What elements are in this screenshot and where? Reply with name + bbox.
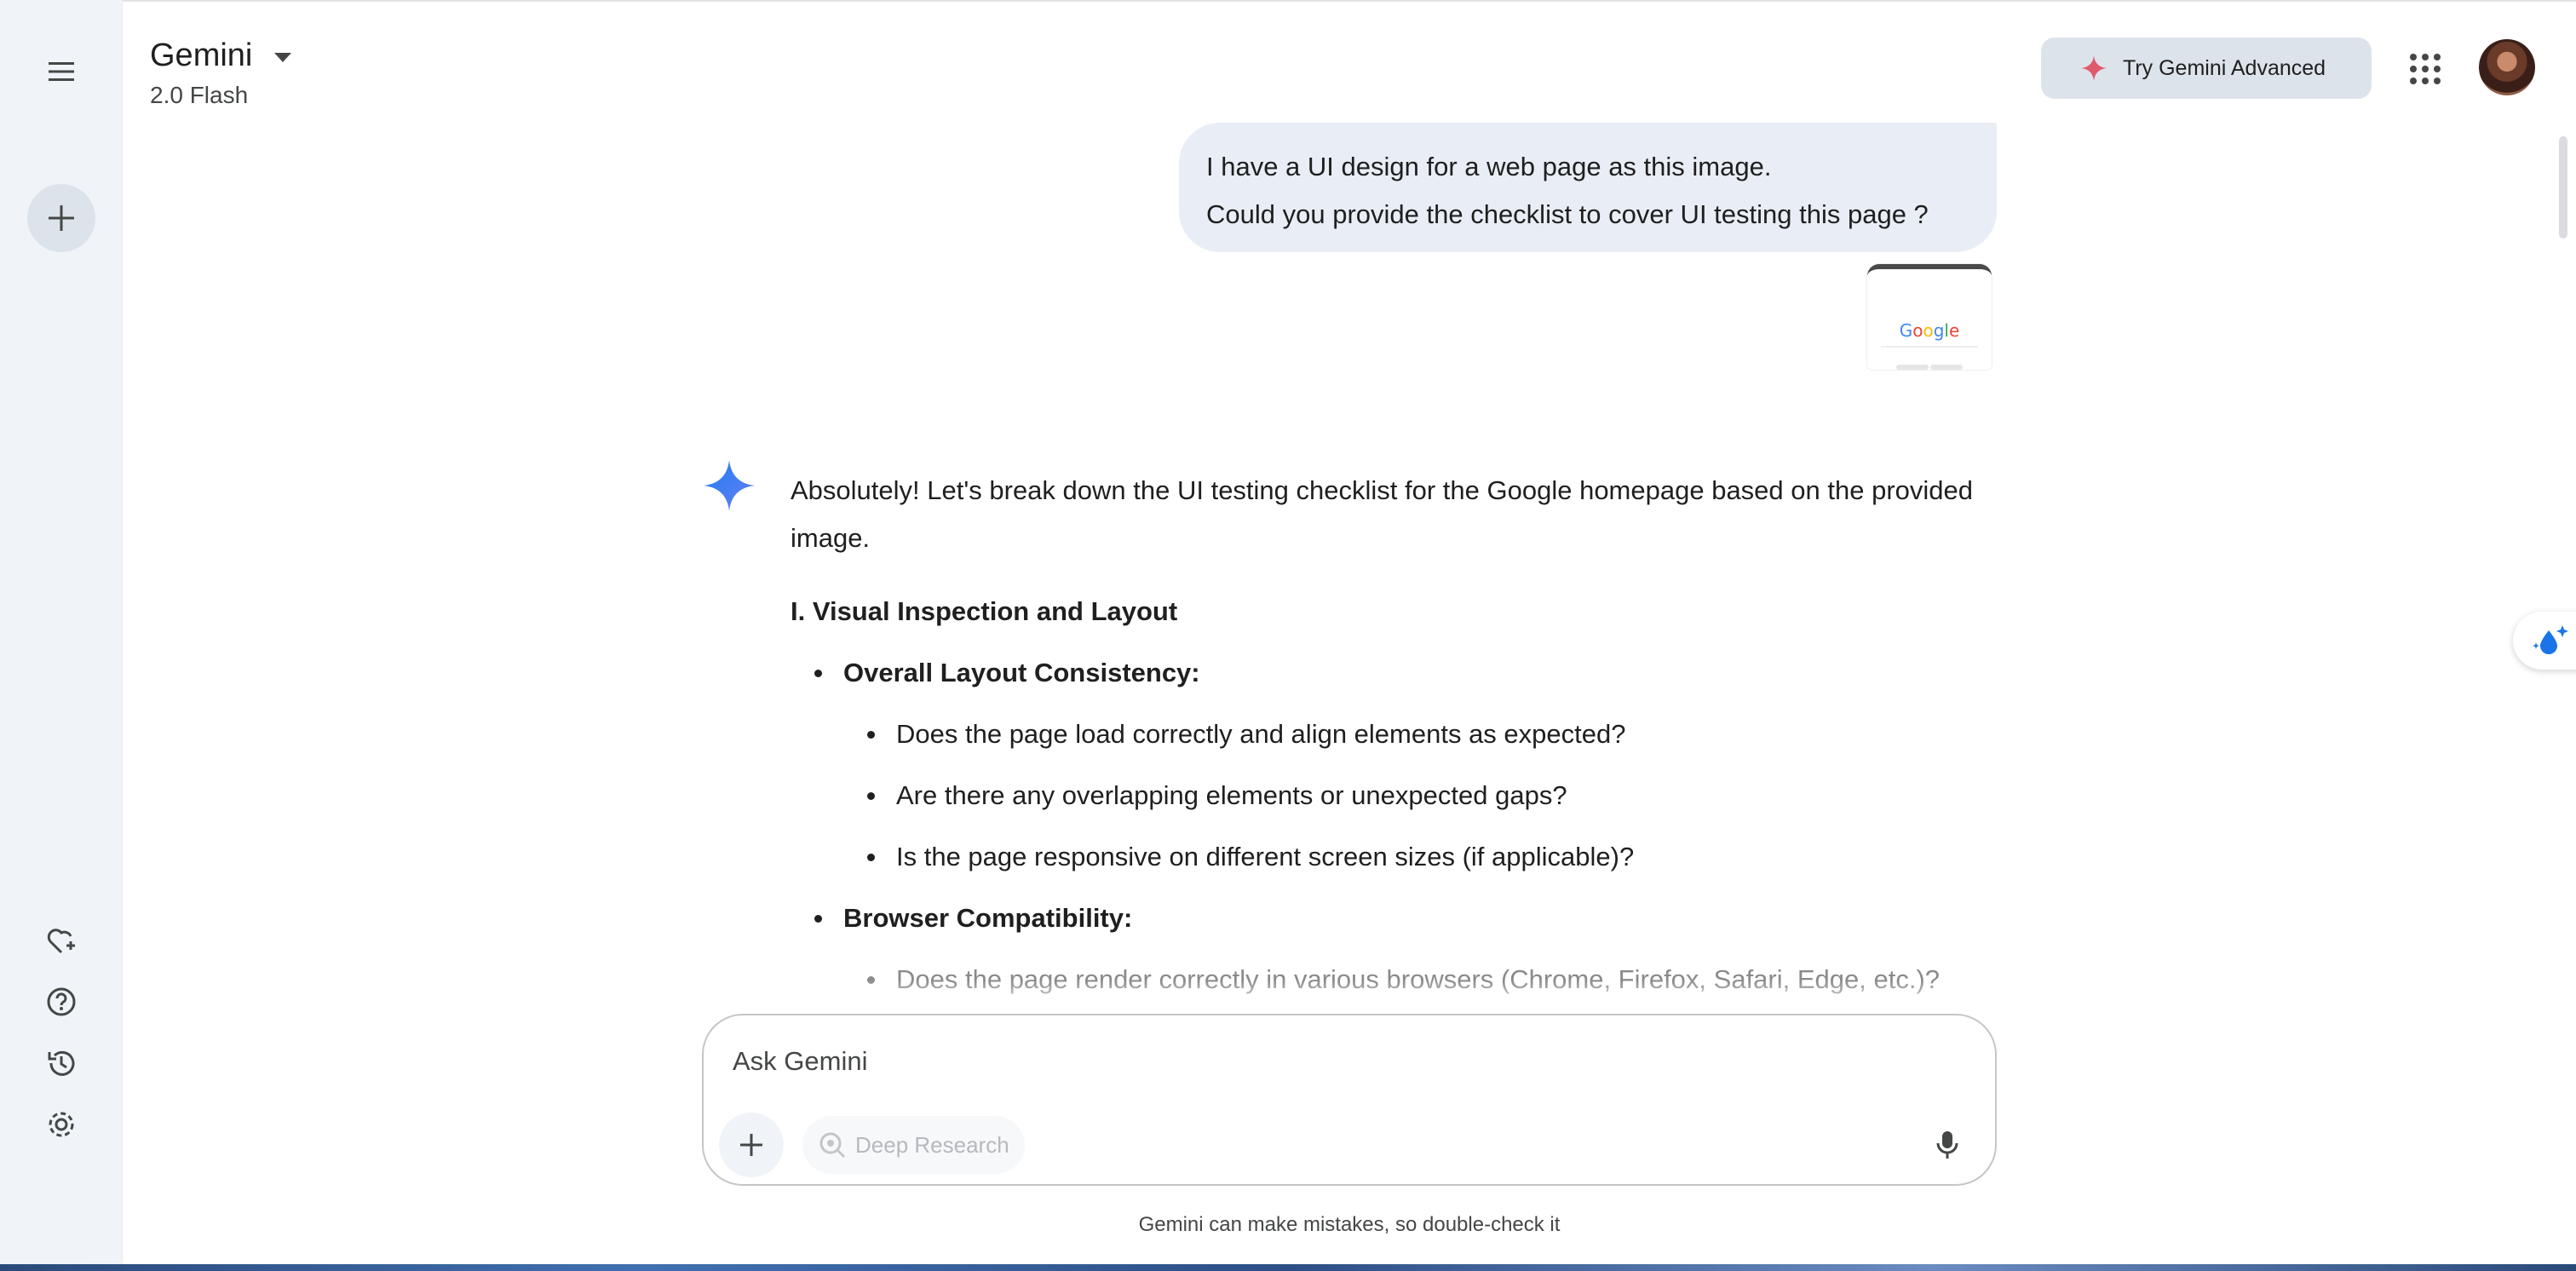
model-name: 2.0 Flash [150, 82, 249, 108]
sidebar [0, 0, 123, 1271]
add-attachment-button[interactable] [719, 1113, 784, 1177]
deep-research-label: Deep Research [855, 1131, 1009, 1158]
microphone-icon[interactable] [1923, 1121, 1971, 1169]
attachment-searchbar [1881, 346, 1978, 348]
deep-research-button[interactable]: Deep Research [802, 1116, 1025, 1174]
scroll-fade [702, 980, 1997, 1014]
attachment-thumbnail[interactable]: Google [1867, 264, 1992, 370]
checklist: Overall Layout Consistency: Does the pag… [791, 649, 2000, 1004]
user-message-line: I have a UI design for a web page as thi… [1206, 152, 1772, 181]
list-item: Browser Compatibility: [791, 894, 2000, 942]
menu-icon[interactable] [27, 37, 95, 106]
plus-icon [740, 1134, 762, 1156]
gemini-response: Absolutely! Let's break down the UI test… [791, 467, 2000, 1017]
sparkle-icon [2081, 55, 2107, 81]
list-item: Does the page load correctly and align e… [791, 710, 2000, 758]
attachment-button [1930, 365, 1963, 370]
plus-icon [49, 205, 74, 231]
activity-icon[interactable] [37, 1039, 85, 1087]
attachment-logo: Google [1899, 320, 1960, 341]
settings-icon[interactable] [37, 1101, 85, 1148]
scrollbar[interactable] [2559, 136, 2567, 239]
attachment-button [1896, 365, 1929, 370]
try-advanced-button[interactable]: Try Gemini Advanced [2041, 37, 2372, 99]
new-chat-button[interactable] [27, 184, 95, 252]
section-title: I. Visual Inspection and Layout [791, 596, 1178, 626]
caret-down-icon [274, 53, 292, 62]
avatar[interactable] [2479, 39, 2535, 95]
deep-research-icon [819, 1132, 846, 1159]
try-advanced-label: Try Gemini Advanced [2123, 55, 2326, 80]
user-message-bubble: I have a UI design for a web page as thi… [1179, 123, 1997, 252]
gem-icon[interactable] [37, 917, 85, 964]
model-switcher[interactable]: Gemini [150, 37, 292, 74]
app-title: Gemini [150, 37, 253, 73]
user-message-line: Could you provide the checklist to cover… [1206, 199, 1929, 229]
response-intro: Absolutely! Let's break down the UI test… [791, 475, 1973, 553]
sparkle-drop-icon [2533, 625, 2568, 654]
list-item: Overall Layout Consistency: [791, 649, 2000, 697]
list-item: Are there any overlapping elements or un… [791, 772, 2000, 820]
desktop-background-strip [0, 1264, 2576, 1271]
disclaimer: Gemini can make mistakes, so double-chec… [1138, 1213, 1561, 1236]
prompt-input[interactable]: Ask Gemini [733, 1046, 867, 1077]
assistant-widget[interactable] [2513, 612, 2576, 670]
apps-grid-icon[interactable] [2404, 48, 2445, 89]
gemini-star-icon [704, 460, 755, 511]
help-icon[interactable] [37, 978, 85, 1026]
prompt-input-box[interactable]: Ask Gemini Deep Research [702, 1014, 1997, 1186]
list-item: Is the page responsive on different scre… [791, 833, 2000, 881]
top-border [123, 0, 2576, 7]
